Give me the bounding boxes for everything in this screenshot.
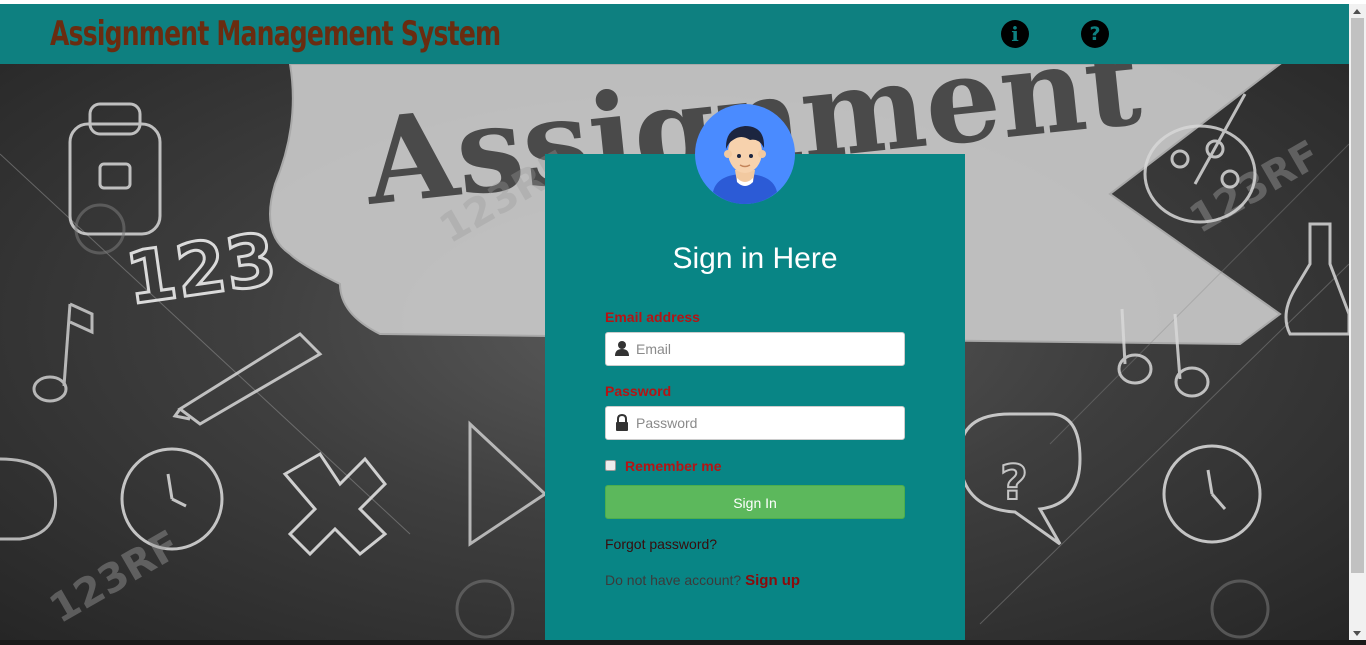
user-avatar-icon	[695, 104, 795, 204]
email-field-wrapper	[605, 332, 905, 366]
password-field-wrapper	[605, 406, 905, 440]
signup-row: Do not have account? Sign up	[605, 572, 800, 589]
remember-me-checkbox[interactable]	[605, 460, 616, 471]
email-label: Email address	[605, 309, 700, 325]
vertical-scrollbar[interactable]	[1349, 4, 1366, 640]
password-label: Password	[605, 383, 672, 399]
sign-up-link[interactable]: Sign up	[745, 572, 800, 589]
scroll-down-arrow-icon[interactable]	[1353, 631, 1361, 636]
no-account-text: Do not have account?	[605, 572, 742, 588]
scroll-up-arrow-icon[interactable]	[1353, 9, 1361, 14]
login-card: Sign in Here Email address Password Reme…	[545, 154, 965, 640]
forgot-password-link[interactable]: Forgot password?	[605, 536, 717, 552]
login-title: Sign in Here	[672, 242, 838, 275]
top-navbar: Assignment Management System i ?	[0, 4, 1349, 64]
remember-me-label[interactable]: Remember me	[625, 458, 722, 474]
app-title: Assignment Management System	[50, 14, 501, 54]
info-icon[interactable]: i	[1001, 20, 1029, 48]
svg-text:?: ?	[1000, 455, 1028, 511]
password-input[interactable]	[636, 407, 900, 439]
user-icon	[615, 341, 629, 356]
bottom-strip	[0, 640, 1366, 645]
lock-icon	[616, 414, 628, 431]
help-icon[interactable]: ?	[1081, 20, 1109, 48]
page: Assignment 123	[0, 0, 1366, 645]
scroll-thumb[interactable]	[1351, 18, 1364, 573]
sign-in-button[interactable]: Sign In	[605, 485, 905, 519]
email-input[interactable]	[636, 333, 900, 365]
watermark-3: 123RF	[42, 522, 188, 633]
